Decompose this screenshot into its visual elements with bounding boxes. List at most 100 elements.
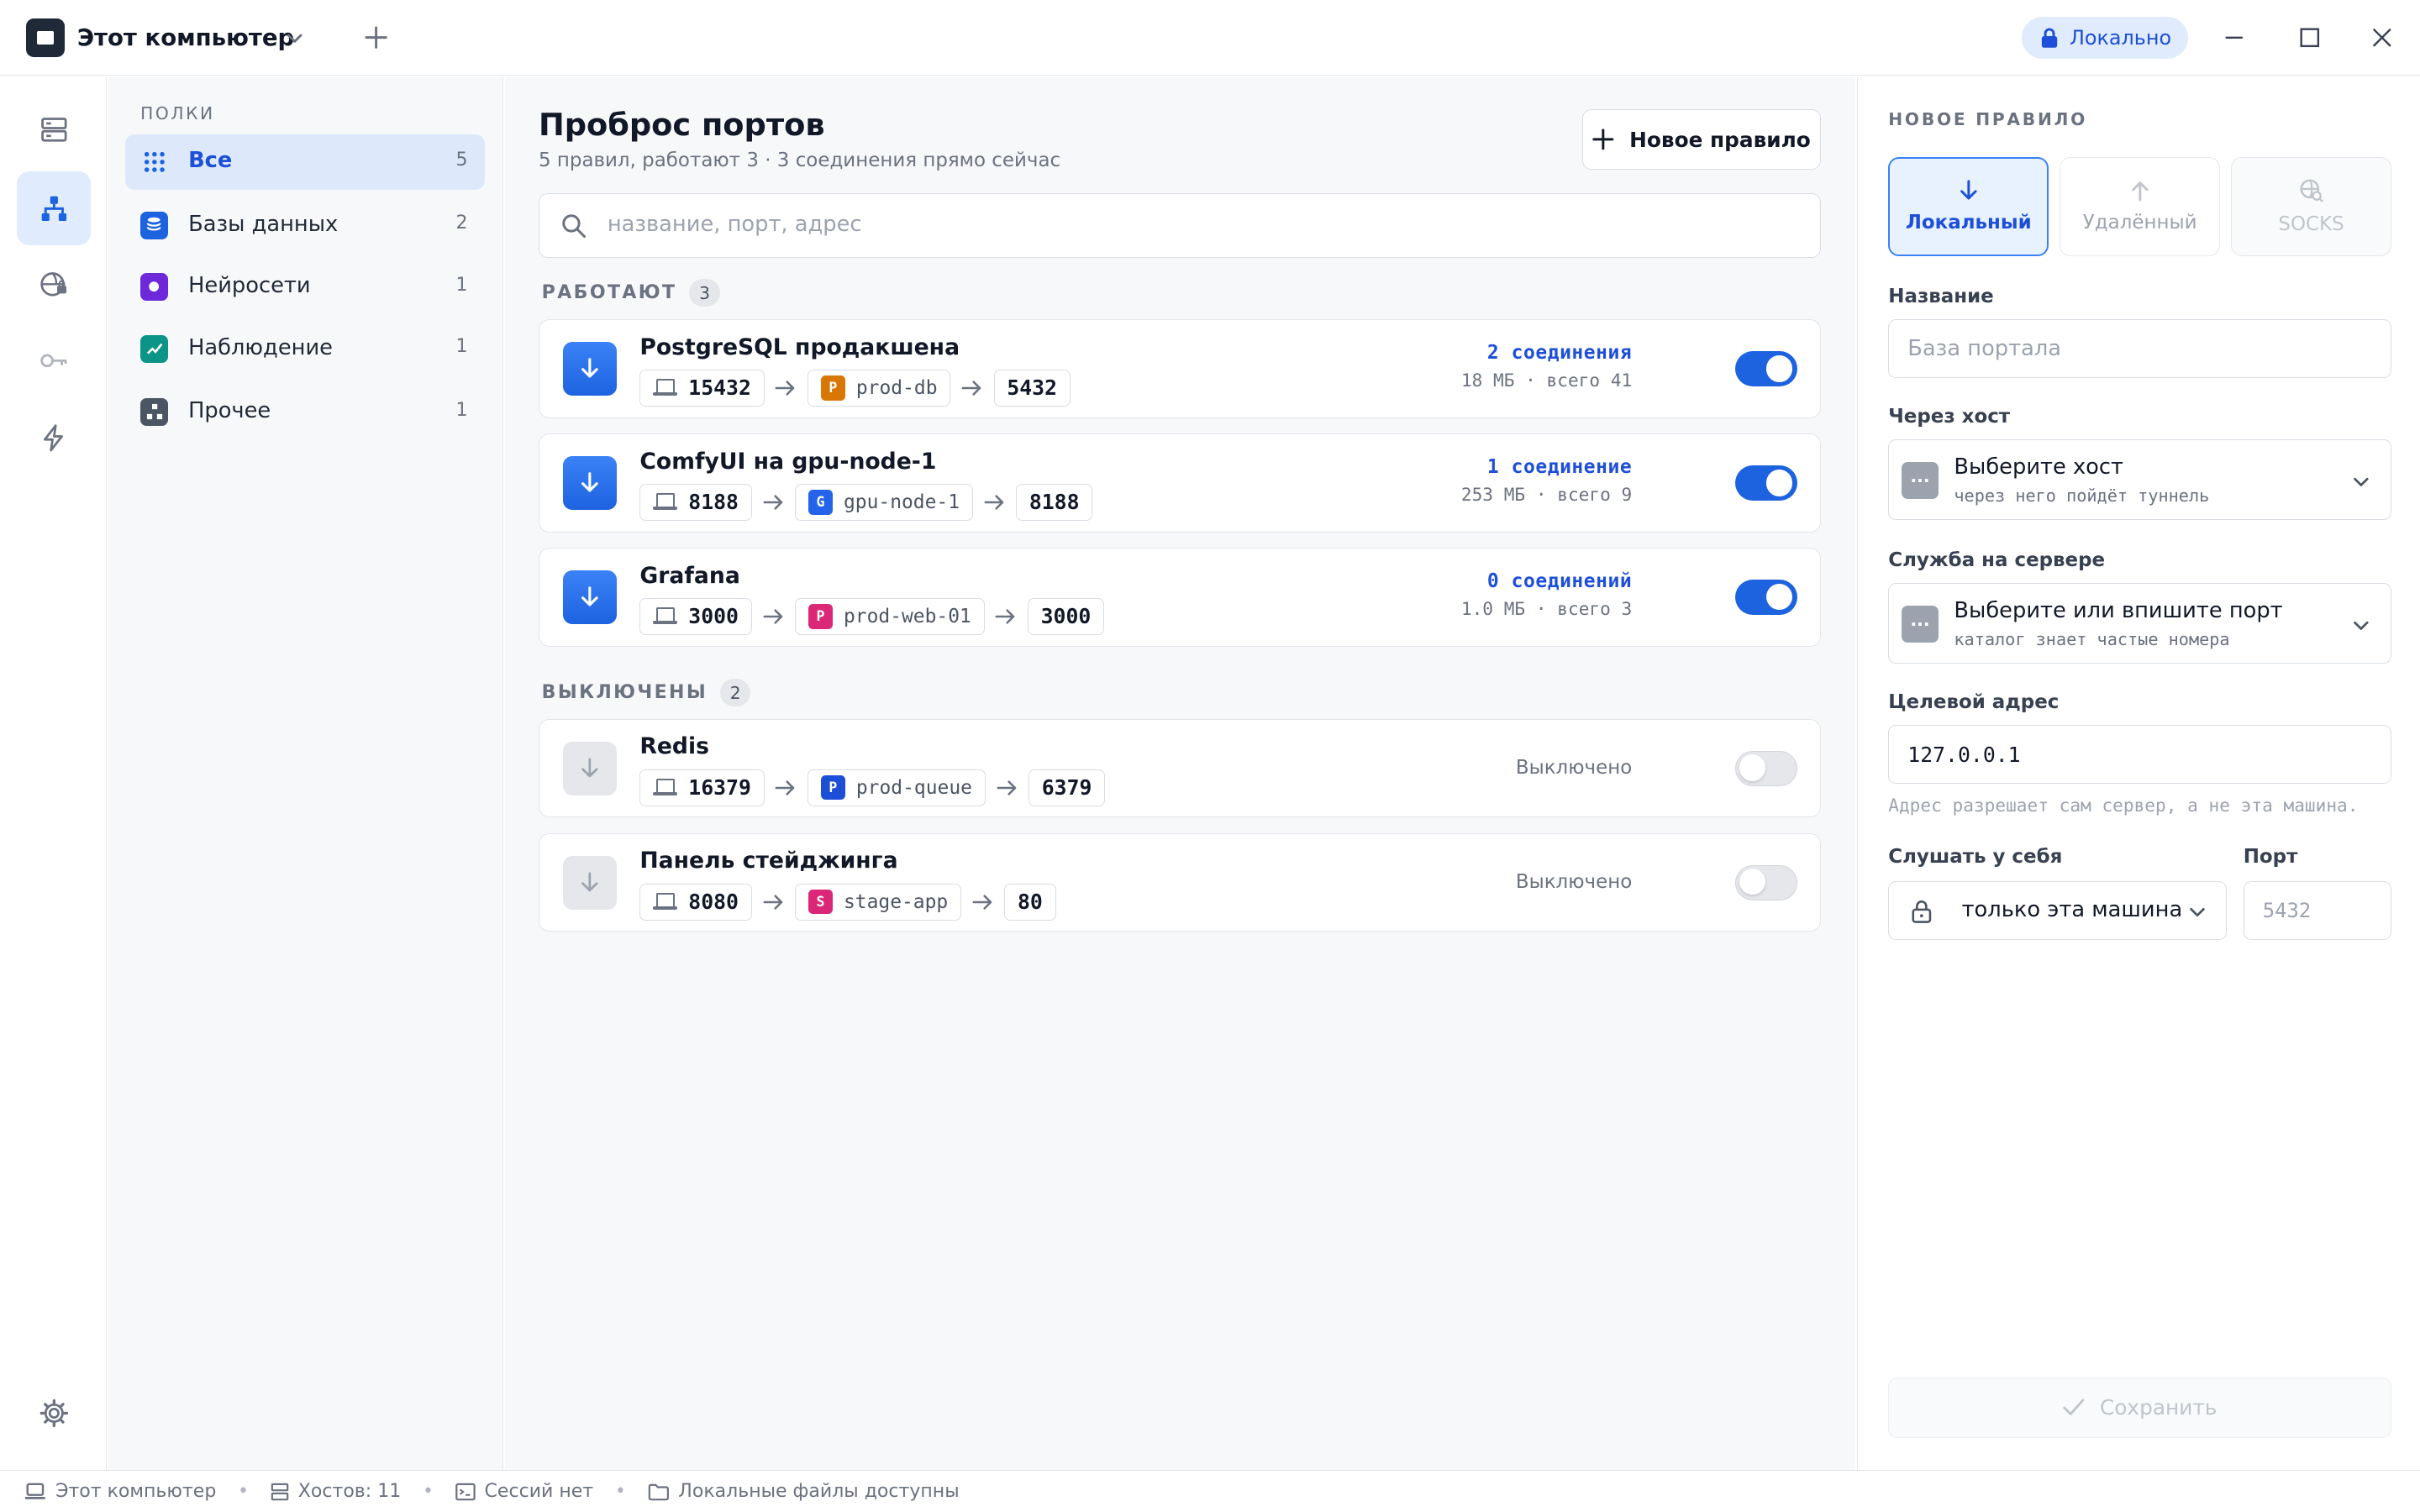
host-chip[interactable]: Pprod-db [807,369,951,407]
host-chip[interactable]: Sstage-app [795,883,961,921]
name-input[interactable] [1888,319,2392,378]
laptop-icon [653,606,678,626]
arrow-right-icon [995,609,1015,624]
maximize-button[interactable] [2298,26,2322,50]
local-port: 15432 [688,375,751,401]
sidebar-item-monitoring[interactable]: Наблюдение 1 [125,321,485,376]
rule-card-comfyui[interactable]: ComfyUI на gpu-node-1 8188 Ggpu-node-1 8… [539,433,1822,533]
rule-toggle[interactable] [1735,465,1797,501]
local-port: 8188 [688,490,739,515]
host-name: gpu-node-1 [843,491,960,513]
local-port: 16379 [688,775,751,801]
host-select-hint: через него пойдёт туннель [1954,485,2210,506]
new-rule-panel: НОВОЕ ПРАВИЛО Локальный Удалённый SOCKS … [1856,76,2420,1471]
host-select-value: Выберите хост [1954,454,2124,480]
status-files: Локальные файлы доступны [648,1481,960,1502]
sidebar-heading: ПОЛКИ [140,103,215,124]
target-address-input[interactable] [1888,725,2392,785]
globe-lock-icon [40,271,66,297]
remote-port: 6379 [1041,775,1092,801]
local-port: 3000 [688,604,739,629]
arrow-right-icon [972,894,992,910]
host-chip[interactable]: Pprod-queue [807,769,986,806]
remote-port-chip: 8188 [1016,483,1093,521]
rule-card-redis[interactable]: Redis 16379 Pprod-queue 6379 Выключено [539,718,1822,818]
sidebar-item-neural[interactable]: Нейросети 1 [125,260,485,315]
service-select-value: Выберите или впишите порт [1954,597,2283,623]
sidebar-item-label: Все [188,148,233,174]
laptop-icon [653,778,678,797]
target-label: Целевой адрес [1888,690,2060,713]
host-badge: P [808,604,834,629]
minimize-button[interactable] [2223,26,2246,50]
port-input[interactable] [2243,880,2392,940]
rule-card-postgresql[interactable]: PostgreSQL продакшена 15432 Pprod-db 543… [539,319,1822,418]
local-forward-icon [562,855,617,910]
local-mode-label: Локально [2069,25,2172,50]
keys-nav-button[interactable] [17,324,91,398]
mode-remote-button[interactable]: Удалённый [2060,157,2221,256]
rule-card-grafana[interactable]: Grafana 3000 Pprod-web-01 3000 0 соедине… [539,548,1822,647]
local-port-chip: 15432 [639,369,765,407]
sidebar-item-count: 1 [455,399,468,421]
sidebar-item-count: 5 [455,150,468,171]
sidebar-item-databases[interactable]: Базы данных 2 [125,197,485,253]
rule-status: Выключено [1515,756,1633,779]
mode-label: Удалённый [2082,212,2197,234]
chevron-down-icon[interactable] [282,26,307,50]
settings-nav-button[interactable] [17,1376,91,1450]
folder-icon [648,1483,669,1500]
listen-select-value: только эта машина [1961,897,2183,923]
computer-icon [26,18,66,57]
sidebar-item-count: 1 [455,274,468,296]
search-input[interactable] [607,193,1781,256]
rule-name: Grafana [639,562,740,589]
ai-icon [140,273,169,302]
save-button[interactable]: Сохранить [1888,1378,2392,1438]
sidebar-item-all[interactable]: Все 5 [124,134,485,190]
mode-socks-button[interactable]: SOCKS [2231,157,2392,256]
new-tab-button[interactable] [363,24,389,50]
rule-toggle[interactable] [1735,350,1797,387]
snippets-nav-button[interactable] [17,402,91,475]
close-button[interactable] [2370,26,2394,50]
local-port-chip: 16379 [639,769,765,806]
sidebar-item-other[interactable]: Прочее 1 [125,384,485,439]
chevron-down-icon [2190,908,2206,917]
mode-local-button[interactable]: Локальный [1888,157,2049,256]
rule-toggle[interactable] [1735,750,1797,786]
other-icon [140,397,169,426]
route: 8188 Ggpu-node-1 8188 [639,483,1093,521]
plus-icon [1592,129,1614,150]
service-select[interactable]: ··· Выберите или впишите порт каталог зн… [1888,583,2392,664]
route: 8080 Sstage-app 80 [639,883,1056,921]
hosts-nav-button[interactable] [17,92,91,166]
traffic-stats: 1.0 МБ · всего 3 [1460,598,1633,620]
window-title[interactable]: Этот компьютер [77,24,294,51]
host-chip[interactable]: Pprod-web-01 [795,597,985,635]
local-mode-badge[interactable]: Локально [2022,17,2189,59]
new-rule-button[interactable]: Новое правило [1581,109,1822,171]
laptop-icon [653,892,678,911]
separator: • [238,1481,250,1503]
lock-icon [2041,28,2058,48]
rule-name: PostgreSQL продакшена [639,333,960,360]
sidebar-item-label: Прочее [188,397,271,423]
sidebar-item-label: Базы данных [188,211,339,237]
port-forwarding-nav-button[interactable] [17,171,92,246]
separator: • [422,1481,434,1503]
host-select[interactable]: ··· Выберите хост через него пойдёт тунн… [1888,439,2392,520]
remote-port: 5432 [1007,375,1057,401]
listen-select[interactable]: только эта машина [1888,880,2227,940]
nav-rail [0,76,107,1471]
local-port-chip: 3000 [639,597,752,635]
rule-toggle[interactable] [1735,864,1797,900]
name-label: Название [1888,285,1994,307]
status-bar: Этот компьютер • Хостов: 11 • Сессий нет… [0,1470,2420,1512]
lock-icon [1912,900,1932,923]
arrow-right-icon [961,381,981,396]
rule-card-staging-panel[interactable]: Панель стейджинга 8080 Sstage-app 80 Вык… [539,832,1822,932]
host-chip[interactable]: Ggpu-node-1 [795,483,973,521]
rule-toggle[interactable] [1735,579,1797,615]
proxy-nav-button[interactable] [17,247,91,321]
